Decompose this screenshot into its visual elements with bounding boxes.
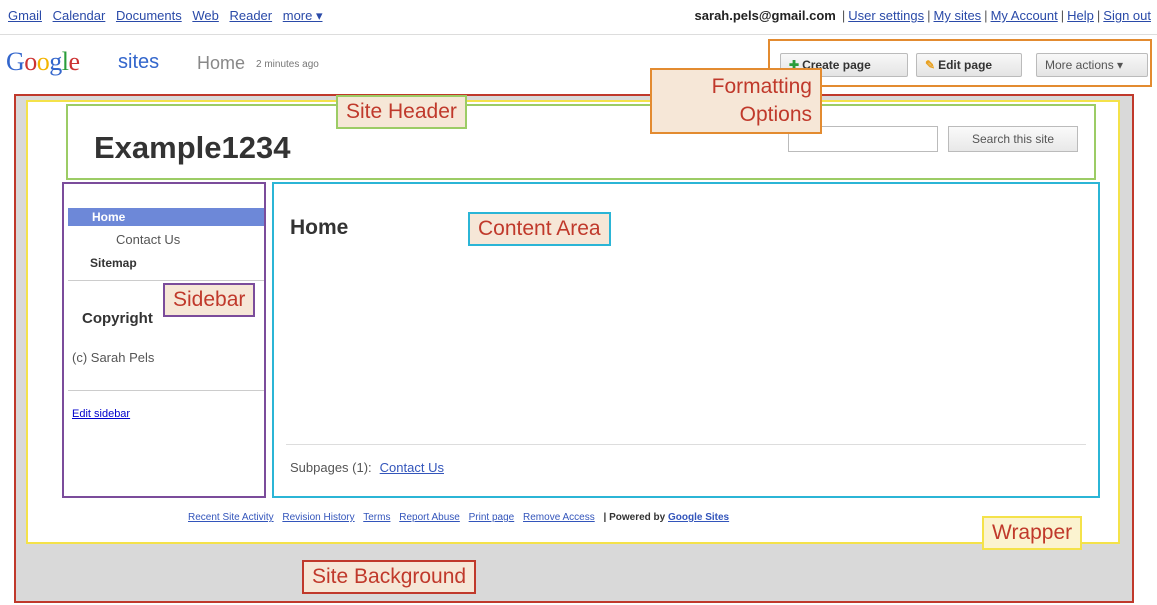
copyright-text: (c) Sarah Pels bbox=[72, 350, 155, 365]
revision-history-link[interactable]: Revision History bbox=[282, 512, 354, 523]
user-settings-link[interactable]: User settings bbox=[848, 8, 924, 23]
site-title[interactable]: Example1234 bbox=[94, 130, 290, 166]
formatting-options-outline: ✚ Create page ✎ Edit page More actions ▾ bbox=[768, 39, 1152, 87]
sign-out-link[interactable]: Sign out bbox=[1103, 8, 1151, 23]
google-sites-link[interactable]: Google Sites bbox=[668, 512, 729, 523]
account-bar: sarah.pels@gmail.com | User settings | My si… bbox=[694, 8, 1151, 23]
web-link[interactable]: Web bbox=[192, 8, 219, 23]
subpage-contact-us-link[interactable]: Contact Us bbox=[380, 460, 444, 475]
gmail-link[interactable]: Gmail bbox=[8, 8, 42, 23]
google-logo[interactable]: Google bbox=[6, 47, 80, 77]
documents-link[interactable]: Documents bbox=[116, 8, 182, 23]
edit-sidebar-link[interactable]: Edit sidebar bbox=[72, 408, 130, 420]
help-link[interactable]: Help bbox=[1067, 8, 1094, 23]
more-actions-button[interactable]: More actions ▾ bbox=[1036, 53, 1148, 77]
site-wrapper: Example1234 Search this site Home Contac… bbox=[26, 100, 1120, 544]
content-area-callout: Content Area bbox=[468, 212, 611, 246]
search-site-button[interactable]: Search this site bbox=[948, 126, 1078, 152]
sidebar-item-contact-us[interactable]: Contact Us bbox=[116, 232, 180, 247]
recent-site-activity-link[interactable]: Recent Site Activity bbox=[188, 512, 274, 523]
sidebar-divider bbox=[68, 390, 264, 391]
more-apps-link[interactable]: more ▾ bbox=[283, 8, 323, 23]
report-abuse-link[interactable]: Report Abuse bbox=[399, 512, 460, 523]
user-email: sarah.pels@gmail.com bbox=[694, 8, 836, 23]
copyright-heading: Copyright bbox=[82, 310, 153, 327]
my-account-link[interactable]: My Account bbox=[991, 8, 1058, 23]
calendar-link[interactable]: Calendar bbox=[53, 8, 106, 23]
subpages-label: Subpages (1): bbox=[290, 460, 372, 475]
pencil-icon: ✎ bbox=[925, 58, 936, 72]
content-area: Home Subpages (1): Contact Us bbox=[272, 182, 1100, 498]
terms-link[interactable]: Terms bbox=[363, 512, 390, 523]
site-background: Example1234 Search this site Home Contac… bbox=[14, 94, 1134, 603]
subpages-list: Subpages (1): Contact Us bbox=[290, 460, 444, 475]
page-title: Home bbox=[290, 216, 349, 239]
wrapper-callout: Wrapper bbox=[982, 516, 1083, 550]
sidebar-item-home[interactable]: Home bbox=[68, 208, 264, 226]
sidebar-divider bbox=[68, 280, 264, 281]
current-page-name: Home bbox=[197, 53, 246, 73]
site-footer: Recent Site Activity Revision History Te… bbox=[188, 512, 729, 523]
print-page-link[interactable]: Print page bbox=[469, 512, 515, 523]
my-sites-link[interactable]: My sites bbox=[934, 8, 982, 23]
sidebar-callout: Sidebar bbox=[163, 283, 256, 317]
content-divider bbox=[286, 444, 1086, 445]
remove-access-link[interactable]: Remove Access bbox=[523, 512, 595, 523]
reader-link[interactable]: Reader bbox=[229, 8, 272, 23]
powered-by: | Powered by Google Sites bbox=[603, 512, 730, 523]
sidebar-item-sitemap[interactable]: Sitemap bbox=[90, 256, 137, 270]
site-background-callout: Site Background bbox=[302, 560, 477, 594]
site-header: Example1234 Search this site bbox=[66, 104, 1096, 180]
site-header-callout: Site Header bbox=[336, 95, 467, 129]
sites-header-bar: Google sites Home 2 minutes ago ✚ Create … bbox=[0, 34, 1157, 92]
formatting-options-callout: Formatting Options bbox=[650, 68, 822, 134]
google-apps-nav: Gmail Calendar Documents Web Reader more… bbox=[8, 8, 330, 24]
last-edited-timestamp: 2 minutes ago bbox=[256, 59, 319, 70]
sidebar: Home Contact Us Sitemap Copyright (c) Sa… bbox=[62, 182, 266, 498]
edit-page-button[interactable]: ✎ Edit page bbox=[916, 53, 1022, 77]
sites-product-name: sites bbox=[118, 51, 160, 73]
google-top-bar: Gmail Calendar Documents Web Reader more… bbox=[0, 0, 1157, 34]
